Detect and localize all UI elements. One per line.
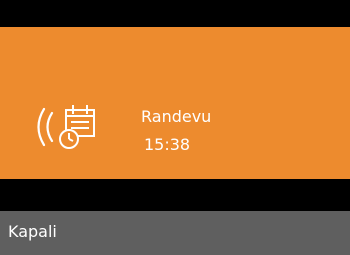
appointment-title: Randevu: [141, 107, 212, 126]
softkey-bar: Kapali: [0, 211, 350, 255]
phone-screen: Randevu 15:38 Kapali: [0, 0, 350, 255]
appointment-calendar-clock-icon: [59, 105, 95, 149]
softkey-off-button[interactable]: Kapali: [8, 221, 57, 243]
ringing-wave-icon: [37, 107, 54, 147]
appointment-time: 15:38: [144, 135, 191, 154]
appointment-alert-panel: Randevu 15:38: [0, 27, 350, 179]
